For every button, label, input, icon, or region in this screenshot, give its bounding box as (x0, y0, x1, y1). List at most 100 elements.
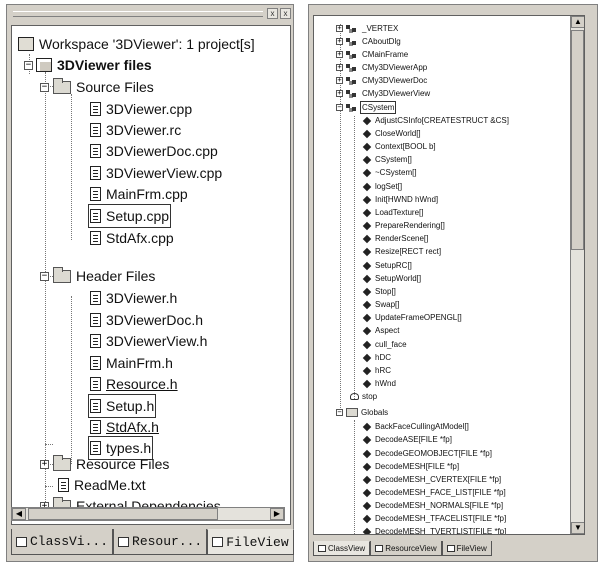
folder-source-files[interactable]: − Source Files (40, 77, 154, 97)
expand-icon[interactable]: + (336, 25, 343, 32)
file-item[interactable]: MainFrm.h (90, 353, 173, 373)
expand-icon[interactable]: + (336, 51, 343, 58)
member-label: CloseWorld[] (375, 129, 421, 138)
file-item[interactable]: 3DViewerDoc.cpp (90, 141, 218, 161)
class-item[interactable]: + CMy3DViewerView (336, 87, 430, 100)
file-item[interactable]: ReadMe.txt (58, 475, 146, 495)
file-item[interactable]: 3DViewerView.h (90, 331, 207, 351)
minimize-button[interactable]: x (267, 8, 278, 19)
collapse-icon[interactable]: − (40, 271, 49, 281)
file-item[interactable]: 3DViewerView.cpp (90, 163, 222, 183)
file-item[interactable]: 3DViewerDoc.h (90, 310, 203, 330)
file-item[interactable]: 3DViewer.cpp (90, 99, 192, 119)
globals-item[interactable]: − Globals (336, 406, 388, 419)
close-button[interactable]: x (280, 8, 291, 19)
class-icon (346, 103, 359, 112)
member-item[interactable]: LoadTexture[] (362, 206, 423, 219)
member-label: ~CSystem[] (375, 168, 417, 177)
vertical-scrollbar[interactable]: ▲ ▼ (570, 16, 584, 534)
file-item[interactable]: 3DViewer.rc (90, 120, 181, 140)
collapse-icon[interactable]: − (336, 409, 343, 416)
folder-open-icon (53, 77, 71, 94)
member-item[interactable]: logSet[] (362, 180, 402, 193)
file-item-selected[interactable]: Setup.h (87, 394, 157, 418)
global-item[interactable]: DecodeMESH_NORMALS[FILE *fp] (362, 499, 503, 512)
scrollbar-thumb[interactable] (571, 30, 584, 250)
member-item[interactable]: CSystem[] (362, 153, 412, 166)
scroll-right-icon[interactable]: ▶ (270, 508, 284, 520)
member-item[interactable]: ~CSystem[] (362, 166, 417, 179)
expand-icon[interactable]: + (40, 459, 49, 469)
fileview-titlebar[interactable]: x x (7, 5, 293, 23)
class-item[interactable]: + CMy3DViewerApp (336, 61, 427, 74)
class-item[interactable]: + _VERTEX (336, 22, 398, 35)
class-item[interactable]: + CMy3DViewerDoc (336, 74, 427, 87)
collapse-icon[interactable]: − (336, 104, 343, 111)
expand-icon[interactable]: + (336, 90, 343, 97)
scrollbar-thumb[interactable] (28, 508, 218, 520)
folder-resource-files[interactable]: + Resource Files (40, 454, 169, 474)
member-label: AdjustCSInfo[CREATESTRUCT &CS] (375, 116, 509, 125)
tab-classview[interactable]: ClassView (313, 541, 371, 556)
file-item[interactable]: Resource.h (90, 374, 178, 394)
titlebar-grip[interactable] (13, 11, 263, 17)
collapse-icon[interactable]: − (40, 82, 49, 92)
file-item[interactable]: MainFrm.cpp (90, 184, 188, 204)
file-item[interactable]: StdAfx.cpp (90, 228, 174, 248)
member-item[interactable]: Init[HWND hWnd] (362, 193, 438, 206)
member-item[interactable]: Aspect (362, 324, 399, 337)
global-item[interactable]: DecodeMESH_CVERTEX[FILE *fp] (362, 473, 501, 486)
member-item[interactable]: hDC (362, 351, 391, 364)
method-icon (362, 182, 372, 191)
tab-fileview[interactable]: FileView (207, 529, 294, 555)
collapse-icon[interactable]: − (24, 60, 33, 70)
class-item-expanded[interactable]: − CSystem (336, 101, 397, 114)
global-item[interactable]: DecodeASE[FILE *fp] (362, 433, 452, 446)
scroll-down-icon[interactable]: ▼ (571, 522, 584, 534)
member-item[interactable]: Stop[] (362, 285, 396, 298)
file-item-selected[interactable]: Setup.cpp (87, 204, 172, 228)
global-item[interactable]: DecodeMESH_TVERTLIST[FILE *fp] (362, 525, 506, 534)
member-item[interactable]: SetupWorld[] (362, 272, 422, 285)
global-item[interactable]: DecodeMESH_TFACELIST[FILE *fp] (362, 512, 506, 525)
global-item[interactable]: DecodeGEOMOBJECT[FILE *fp] (362, 447, 492, 460)
member-item[interactable]: hWnd (362, 377, 396, 390)
class-tree[interactable]: + _VERTEX + CAboutDlg + CMainFrame + CMy… (313, 15, 585, 535)
class-item[interactable]: + CMainFrame (336, 48, 408, 61)
member-label: SetupWorld[] (375, 274, 422, 283)
file-item[interactable]: StdAfx.h (90, 417, 159, 437)
member-item[interactable]: Context[BOOL b] (362, 140, 436, 153)
member-item[interactable]: SetupRC[] (362, 259, 412, 272)
member-item[interactable]: CloseWorld[] (362, 127, 421, 140)
member-item[interactable]: Swap[] (362, 298, 399, 311)
class-icon (346, 24, 359, 33)
scroll-left-icon[interactable]: ◀ (12, 508, 26, 520)
member-item[interactable]: AdjustCSInfo[CREATESTRUCT &CS] (362, 114, 509, 127)
workspace-item[interactable]: Workspace '3DViewer': 1 project[s] (18, 34, 255, 54)
file-tree[interactable]: Workspace '3DViewer': 1 project[s] − 3DV… (11, 25, 291, 525)
member-item[interactable]: PrepareRendering[] (362, 219, 445, 232)
file-item[interactable]: 3DViewer.h (90, 288, 177, 308)
expand-icon[interactable]: + (336, 38, 343, 45)
member-item[interactable]: RenderScene[] (362, 232, 428, 245)
folder-header-files[interactable]: − Header Files (40, 266, 155, 286)
expand-icon[interactable]: + (336, 77, 343, 84)
tab-resourceview[interactable]: ResourceView (370, 541, 442, 556)
member-item[interactable]: cull_face (362, 338, 407, 351)
member-item[interactable]: hRC (362, 364, 391, 377)
tab-resourceview[interactable]: Resour... (113, 529, 208, 555)
resourceview-icon (375, 544, 384, 552)
member-item[interactable]: stop (350, 390, 377, 403)
tab-fileview[interactable]: FileView (441, 541, 492, 556)
tab-classview[interactable]: ClassVi... (11, 529, 114, 555)
global-item[interactable]: DecodeMESH_FACE_LIST[FILE *fp] (362, 486, 506, 499)
member-item[interactable]: UpdateFrameOPENGL[] (362, 311, 462, 324)
scroll-up-icon[interactable]: ▲ (571, 16, 584, 28)
class-item[interactable]: + CAboutDlg (336, 35, 401, 48)
global-item[interactable]: DecodeMESH[FILE *fp] (362, 460, 459, 473)
member-item[interactable]: Resize[RECT rect] (362, 245, 441, 258)
global-item[interactable]: BackFaceCullingAtModel[] (362, 420, 469, 433)
horizontal-scrollbar[interactable]: ◀ ▶ (11, 507, 285, 521)
expand-icon[interactable]: + (336, 64, 343, 71)
project-item[interactable]: − 3DViewer files (24, 55, 152, 75)
